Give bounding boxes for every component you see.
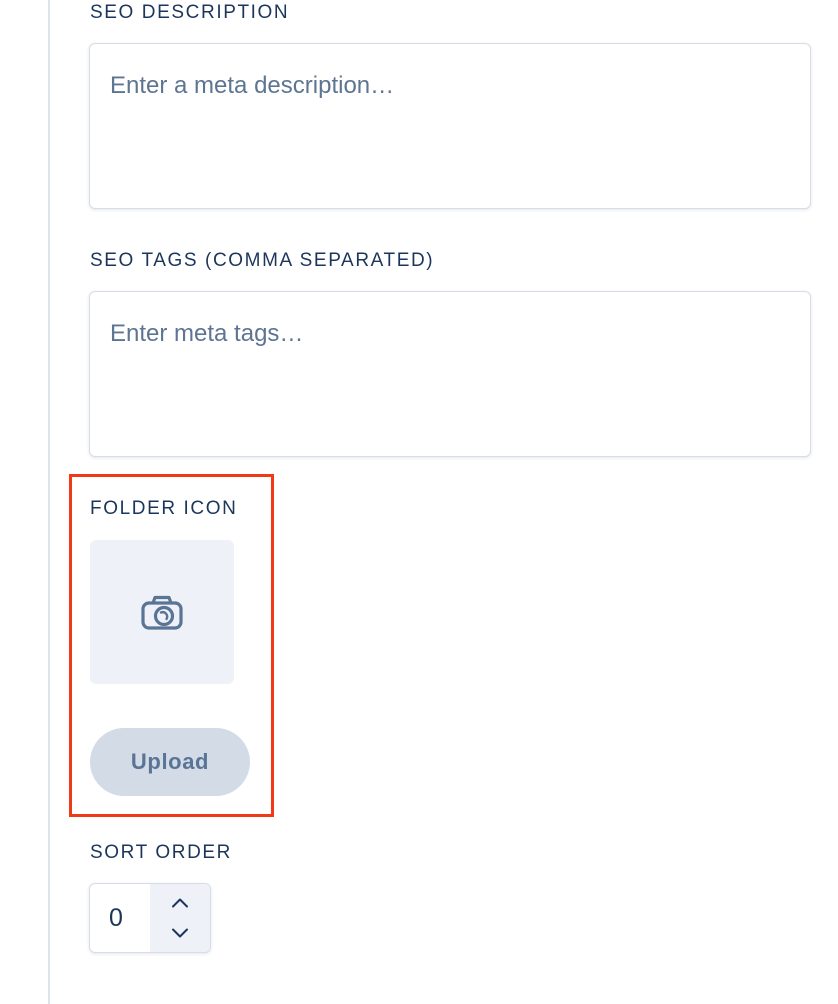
sort-order-input[interactable] <box>90 884 150 952</box>
camera-icon <box>141 595 183 630</box>
folder-icon-preview <box>90 540 234 684</box>
seo-description-label: SEO DESCRIPTION <box>90 2 290 23</box>
folder-icon-label: FOLDER ICON <box>90 498 238 519</box>
chevron-up-icon <box>172 898 188 908</box>
upload-button[interactable]: Upload <box>90 728 250 796</box>
stepper-buttons <box>150 884 210 952</box>
sort-order-label: SORT ORDER <box>90 842 232 863</box>
increment-button[interactable] <box>150 888 210 918</box>
sort-order-stepper <box>89 883 211 953</box>
seo-tags-field[interactable] <box>89 291 811 457</box>
seo-description-field[interactable] <box>89 43 811 209</box>
content-divider <box>48 0 50 1004</box>
seo-tags-label: SEO TAGS (COMMA SEPARATED) <box>90 250 435 271</box>
decrement-button[interactable] <box>150 918 210 948</box>
chevron-down-icon <box>172 928 188 938</box>
